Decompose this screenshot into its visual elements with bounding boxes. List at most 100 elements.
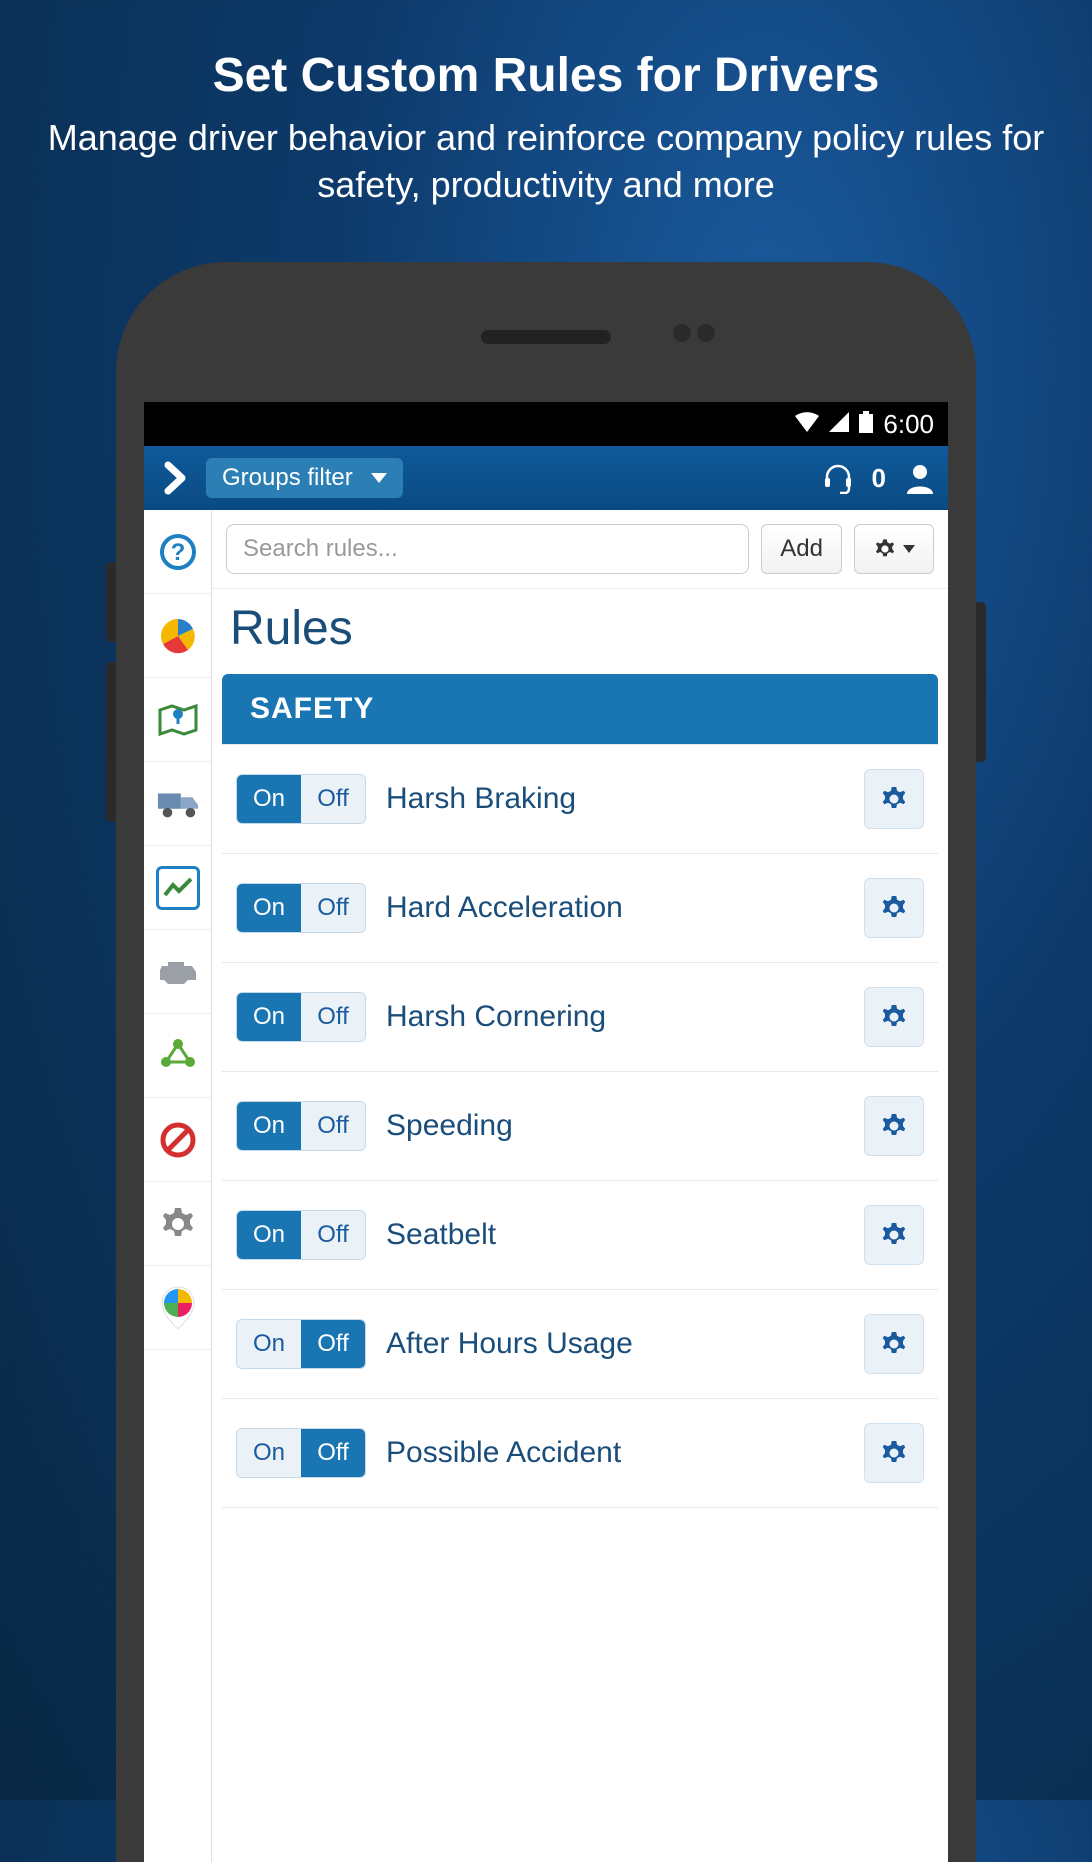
rules-list: OnOffHarsh BrakingOnOffHard Acceleration… [212, 744, 948, 1508]
phone-button-vol-down [106, 662, 116, 822]
rule-name-label: Speeding [386, 1109, 844, 1143]
truck-icon [156, 782, 200, 826]
options-dropdown[interactable] [854, 524, 934, 574]
rule-row: OnOff After Hours Usage [222, 1290, 938, 1399]
rule-settings-button[interactable] [864, 1314, 924, 1374]
phone-button-vol-up [106, 562, 116, 642]
phone-button-power [976, 602, 986, 762]
promo-title: Set Custom Rules for Drivers [40, 48, 1052, 103]
sidebar-item-settings[interactable] [144, 1182, 211, 1266]
add-button[interactable]: Add [761, 524, 842, 574]
menu-toggle-button[interactable] [156, 459, 194, 497]
groups-filter-label: Groups filter [222, 464, 353, 492]
toggle-on-option[interactable]: On [237, 1102, 301, 1150]
rule-settings-button[interactable] [864, 1096, 924, 1156]
groups-filter-dropdown[interactable]: Groups filter [206, 458, 403, 498]
sidebar-item-dashboard[interactable] [144, 594, 211, 678]
profile-icon[interactable] [904, 462, 936, 494]
sidebar-item-marketplace[interactable] [144, 1266, 211, 1350]
phone-screen: 6:00 Groups filter 0 [144, 402, 948, 1862]
rule-toggle[interactable]: OnOff [236, 1101, 366, 1151]
rule-name-label: After Hours Usage [386, 1327, 844, 1361]
toggle-on-option[interactable]: On [237, 1211, 301, 1259]
toggle-off-option[interactable]: Off [301, 1429, 365, 1477]
phone-sensors [670, 324, 718, 347]
phone-speaker [481, 330, 611, 344]
toggle-off-option[interactable]: Off [301, 884, 365, 932]
notification-count: 0 [872, 463, 886, 494]
rule-name-label: Harsh Cornering [386, 1000, 844, 1034]
gear-icon [156, 1202, 200, 1246]
toggle-off-option[interactable]: Off [301, 775, 365, 823]
help-icon: ? [156, 530, 200, 574]
rule-settings-button[interactable] [864, 1205, 924, 1265]
promo-header: Set Custom Rules for Drivers Manage driv… [0, 0, 1092, 209]
search-input[interactable] [226, 524, 749, 574]
rule-row: OnOff Harsh Braking [222, 744, 938, 854]
toggle-on-option[interactable]: On [237, 775, 301, 823]
rule-name-label: Seatbelt [386, 1218, 844, 1252]
dropdown-caret-icon [903, 545, 915, 553]
rule-toggle[interactable]: OnOff [236, 1319, 366, 1369]
gear-icon [879, 784, 909, 814]
rule-settings-button[interactable] [864, 987, 924, 1047]
dropdown-caret-icon [371, 473, 387, 483]
sidebar-item-help[interactable]: ? [144, 510, 211, 594]
rule-name-label: Hard Acceleration [386, 891, 844, 925]
toggle-off-option[interactable]: Off [301, 993, 365, 1041]
phone-frame: 6:00 Groups filter 0 [116, 262, 976, 1862]
gear-icon [879, 1111, 909, 1141]
gear-icon [879, 1220, 909, 1250]
toggle-off-option[interactable]: Off [301, 1102, 365, 1150]
main-panel: Add Rules SAFETY OnOffHarsh BrakingOnOff… [212, 510, 948, 1862]
sidebar-item-exceptions[interactable] [144, 1098, 211, 1182]
rule-toggle[interactable]: OnOff [236, 1428, 366, 1478]
sidebar: ? [144, 510, 212, 1862]
rule-row: OnOff Hard Acceleration [222, 854, 938, 963]
toggle-on-option[interactable]: On [237, 1429, 301, 1477]
sidebar-item-map[interactable] [144, 678, 211, 762]
engine-icon [156, 950, 200, 994]
gear-icon [879, 893, 909, 923]
rule-row: OnOff Speeding [222, 1072, 938, 1181]
android-status-bar: 6:00 [144, 402, 948, 446]
chart-line-icon [156, 866, 200, 910]
rule-row: OnOff Possible Accident [222, 1399, 938, 1508]
wifi-icon [795, 412, 819, 437]
rule-name-label: Harsh Braking [386, 782, 844, 816]
toggle-off-option[interactable]: Off [301, 1320, 365, 1368]
support-headset-icon[interactable] [822, 462, 854, 494]
app-header: Groups filter 0 [144, 446, 948, 510]
map-icon [156, 698, 200, 742]
section-header-safety: SAFETY [222, 674, 938, 744]
rule-name-label: Possible Accident [386, 1436, 844, 1470]
svg-text:?: ? [170, 539, 185, 566]
toggle-on-option[interactable]: On [237, 1320, 301, 1368]
rule-toggle[interactable]: OnOff [236, 992, 366, 1042]
toggle-off-option[interactable]: Off [301, 1211, 365, 1259]
rule-toggle[interactable]: OnOff [236, 774, 366, 824]
rule-settings-button[interactable] [864, 878, 924, 938]
zone-icon [156, 1034, 200, 1078]
rule-toggle[interactable]: OnOff [236, 1210, 366, 1260]
promo-subtitle: Manage driver behavior and reinforce com… [40, 115, 1052, 209]
rule-settings-button[interactable] [864, 769, 924, 829]
toolbar: Add [212, 510, 948, 589]
prohibited-icon [156, 1118, 200, 1162]
toggle-on-option[interactable]: On [237, 993, 301, 1041]
cellular-icon [829, 412, 849, 437]
sidebar-item-engine[interactable] [144, 930, 211, 1014]
rule-row: OnOff Seatbelt [222, 1181, 938, 1290]
gear-icon [879, 1329, 909, 1359]
gear-icon [879, 1002, 909, 1032]
content-area: ? [144, 510, 948, 1862]
sidebar-item-vehicles[interactable] [144, 762, 211, 846]
sidebar-item-activity[interactable] [144, 846, 211, 930]
rule-settings-button[interactable] [864, 1423, 924, 1483]
status-time: 6:00 [883, 409, 934, 440]
sidebar-item-zones[interactable] [144, 1014, 211, 1098]
gear-icon [879, 1438, 909, 1468]
toggle-on-option[interactable]: On [237, 884, 301, 932]
rule-toggle[interactable]: OnOff [236, 883, 366, 933]
gear-icon [873, 537, 897, 561]
